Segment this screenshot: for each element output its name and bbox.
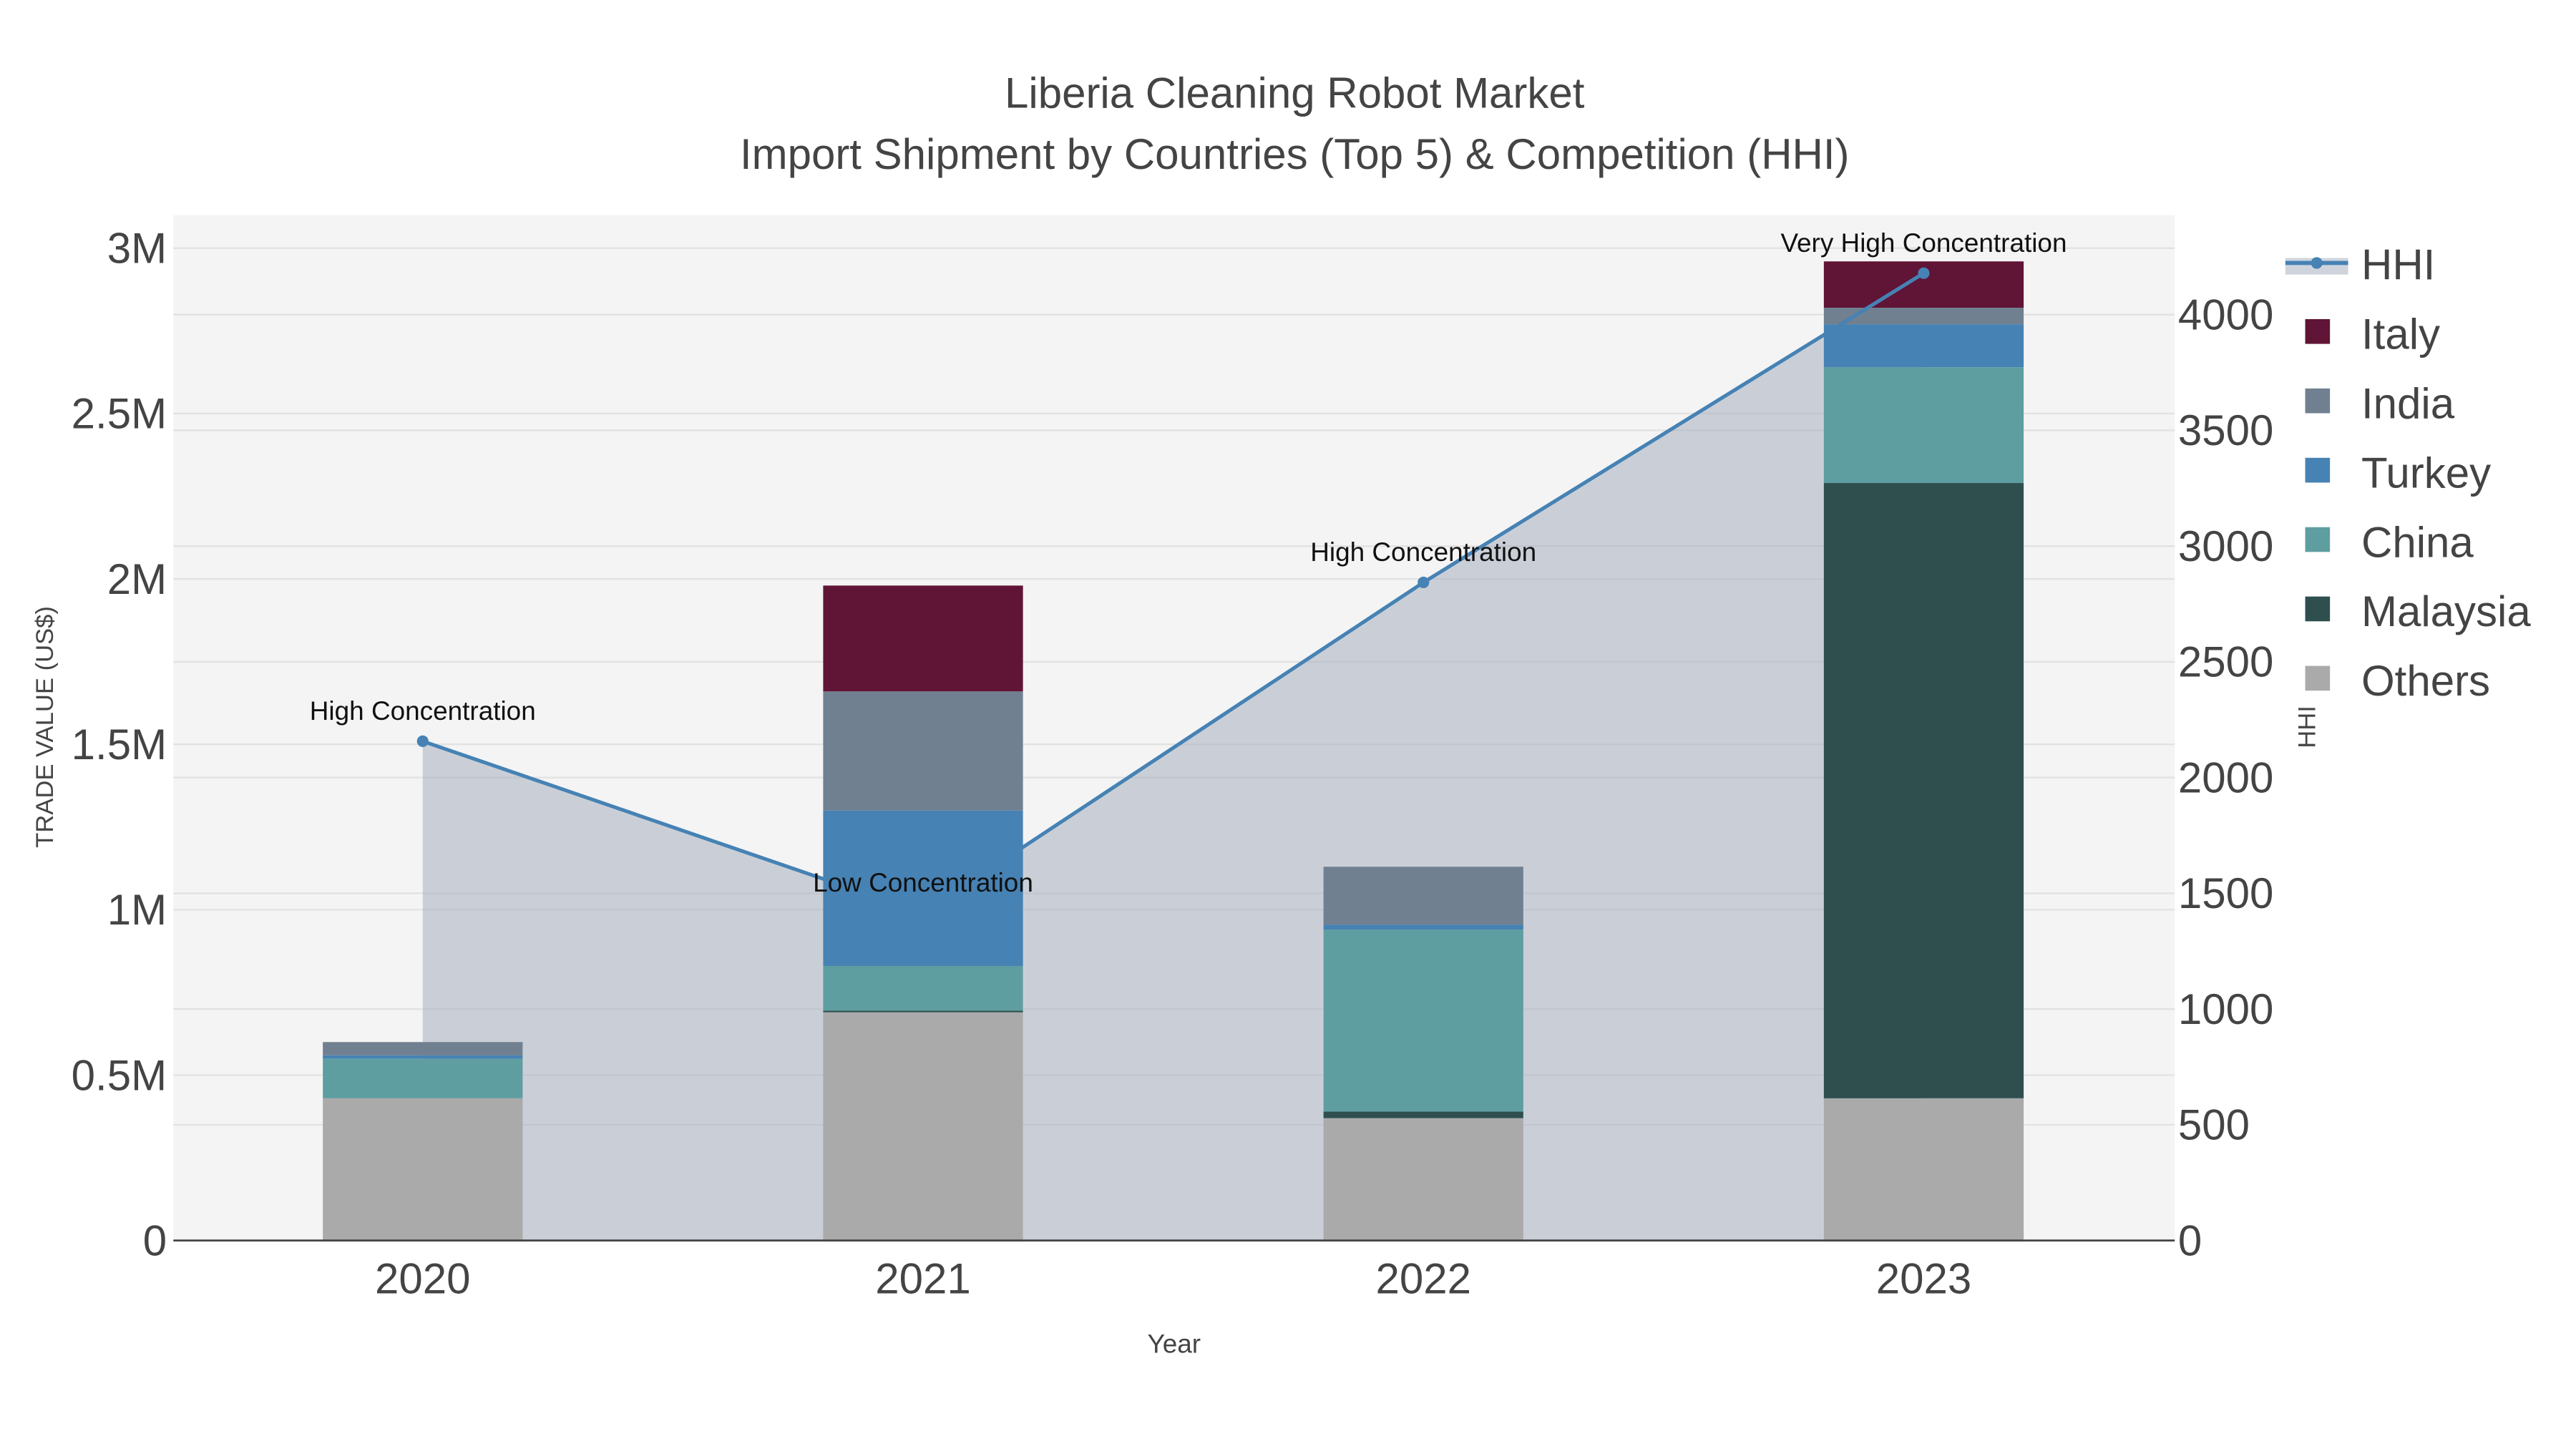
bar-malaysia — [823, 1010, 1023, 1013]
legend-label: China — [2361, 518, 2474, 566]
x-tick-label: 2020 — [375, 1255, 470, 1303]
y-tick-label: 3M — [107, 225, 167, 273]
bar-china — [1823, 367, 2024, 484]
hhi-annotation: Low Concentration — [813, 868, 1033, 897]
legend-swatch-turkey — [2305, 457, 2331, 483]
bar-turkey — [1323, 924, 1523, 930]
hhi-point — [917, 907, 930, 919]
y2-tick-label: 2000 — [2178, 753, 2273, 801]
bar-china — [1323, 930, 1523, 1112]
bar-italy — [823, 585, 1023, 692]
y2-tick-label: 3500 — [2178, 406, 2273, 454]
bar-others — [1823, 1098, 2024, 1241]
y2-tick-label: 3000 — [2178, 522, 2273, 570]
x-tick-label: 2022 — [1375, 1255, 1470, 1303]
x-tick-label: 2023 — [1876, 1255, 1971, 1303]
y2-tick-label: 2500 — [2178, 638, 2273, 686]
legend-label: Others — [2361, 657, 2490, 705]
y2-tick-label: 1500 — [2178, 869, 2273, 917]
y2-tick-label: 1000 — [2178, 985, 2273, 1033]
hhi-annotation: Very High Concentration — [1780, 228, 2067, 258]
legend-swatch-china — [2305, 527, 2331, 552]
legend-label: Italy — [2361, 310, 2440, 358]
y2-tick-label: 4000 — [2178, 291, 2273, 338]
legend-label: India — [2361, 379, 2455, 427]
legend-hhi-marker — [2311, 257, 2323, 269]
y-tick-label: 0.5M — [72, 1051, 167, 1099]
bar-malaysia — [1323, 1111, 1523, 1118]
legend-swatch-italy — [2305, 318, 2331, 344]
chart: Liberia Cleaning Robot Market Import Shi… — [0, 0, 2576, 1449]
hhi-point — [1918, 267, 1930, 279]
hhi-annotation: High Concentration — [310, 696, 536, 726]
y-tick-label: 2M — [107, 555, 167, 603]
bar-india — [323, 1042, 523, 1055]
y2-tick-label: 0 — [2178, 1216, 2202, 1264]
bar-turkey — [323, 1055, 523, 1059]
y2-tick-label: 500 — [2178, 1101, 2250, 1149]
y-axis-label: TRADE VALUE (US$) — [31, 606, 59, 848]
y-tick-label: 2.5M — [72, 390, 167, 438]
y-tick-label: 1.5M — [72, 721, 167, 769]
bar-turkey — [1823, 324, 2024, 368]
legend-label: HHI — [2361, 241, 2435, 289]
bar-others — [1323, 1118, 1523, 1241]
legend-swatch-others — [2305, 665, 2331, 691]
chart-title: Liberia Cleaning Robot Market — [1005, 69, 1585, 117]
y-tick-label: 1M — [107, 886, 167, 934]
bar-india — [823, 691, 1023, 811]
bar-others — [823, 1012, 1023, 1241]
legend-label: Malaysia — [2361, 587, 2531, 635]
bar-malaysia — [1823, 483, 2024, 1098]
legend-swatch-india — [2305, 388, 2331, 414]
y-tick-label: 0 — [143, 1216, 167, 1264]
hhi-point — [416, 735, 429, 747]
hhi-annotation: High Concentration — [1310, 537, 1536, 567]
bar-india — [1323, 867, 1523, 925]
legend-label: Turkey — [2361, 449, 2491, 497]
bar-china — [323, 1058, 523, 1098]
bar-others — [323, 1098, 523, 1241]
bar-china — [823, 965, 1023, 1011]
hhi-point — [1418, 576, 1430, 589]
legend-swatch-malaysia — [2305, 596, 2331, 622]
y2-axis-label: HHI — [2293, 706, 2321, 748]
x-tick-label: 2021 — [875, 1255, 970, 1303]
x-axis-label: Year — [1147, 1330, 1201, 1359]
chart-subtitle: Import Shipment by Countries (Top 5) & C… — [740, 130, 1850, 178]
